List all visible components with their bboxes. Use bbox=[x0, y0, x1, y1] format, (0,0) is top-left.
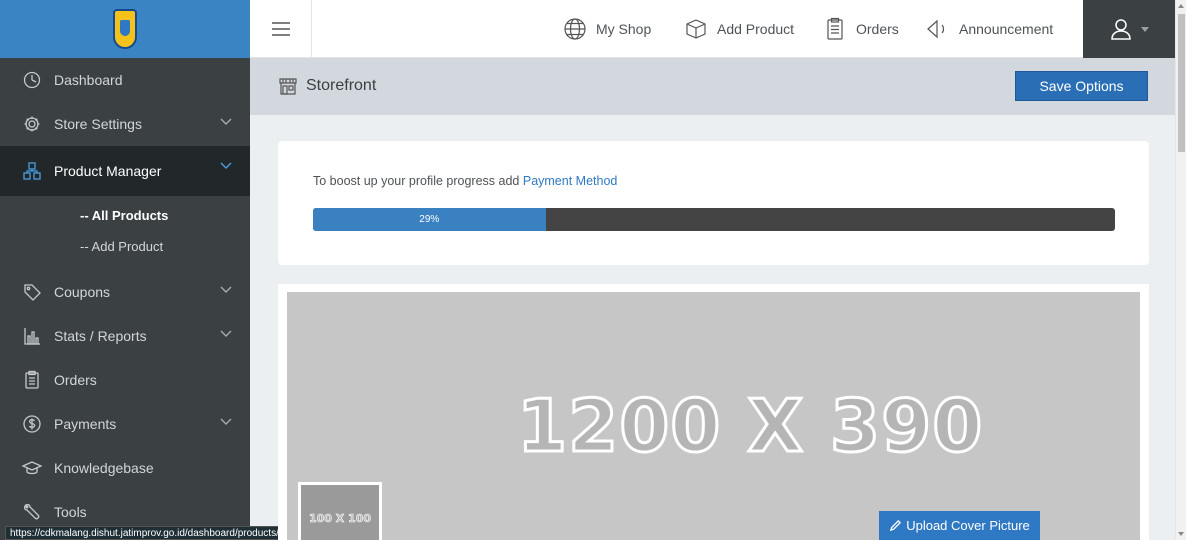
cover-dimension-text: 1200 X 390 bbox=[515, 383, 984, 470]
profile-picture-inner: 100 X 100 bbox=[301, 485, 379, 540]
globe-icon bbox=[564, 18, 586, 40]
sidebar-item-label: Store Settings bbox=[54, 116, 142, 132]
chevron-down-icon[interactable] bbox=[220, 330, 232, 338]
sidebar-item-payments[interactable]: Payments bbox=[0, 402, 250, 446]
user-menu-button[interactable] bbox=[1083, 0, 1175, 58]
submenu-item-add-product[interactable]: -- Add Product bbox=[0, 231, 250, 262]
save-options-button[interactable]: Save Options bbox=[1015, 71, 1148, 101]
sidebar-item-store-settings[interactable]: Store Settings bbox=[0, 102, 250, 146]
page-title: Storefront bbox=[278, 76, 376, 96]
page-scrollbar[interactable] bbox=[1175, 0, 1186, 540]
chevron-down-icon[interactable] bbox=[220, 418, 232, 426]
sidebar-item-orders[interactable]: Orders bbox=[0, 358, 250, 402]
upload-cover-button[interactable]: Upload Cover Picture bbox=[879, 511, 1040, 540]
graduation-cap-icon bbox=[22, 458, 42, 478]
user-icon bbox=[1111, 19, 1131, 40]
topbar-link-label: Announcement bbox=[959, 21, 1054, 37]
chevron-down-icon[interactable] bbox=[220, 286, 232, 294]
scrollbar-thumb[interactable] bbox=[1178, 14, 1185, 152]
topbar-link-announcement[interactable]: Announcement bbox=[925, 0, 1053, 58]
sidebar-item-label: Payments bbox=[54, 416, 117, 432]
sidebar-item-label: Stats / Reports bbox=[54, 328, 147, 344]
sidebar-item-label: Knowledgebase bbox=[54, 460, 154, 476]
sidebar: Dashboard Store Settings Product Manager… bbox=[0, 0, 284, 540]
profile-progress-card: To boost up your profile progress add Pa… bbox=[278, 141, 1149, 265]
logo[interactable] bbox=[113, 9, 137, 49]
page-header: Storefront Save Options bbox=[250, 58, 1175, 115]
pencil-icon bbox=[890, 519, 902, 532]
sidebar-item-product-manager[interactable]: Product Manager bbox=[0, 146, 250, 196]
progress-percent-label: 29% bbox=[419, 214, 440, 225]
megaphone-icon bbox=[927, 19, 945, 39]
wrench-icon bbox=[22, 502, 42, 522]
sidebar-item-label: Dashboard bbox=[54, 72, 123, 88]
topbar: My Shop Add Product Orders Announcement bbox=[250, 0, 1175, 58]
scroll-down-arrow-icon[interactable] bbox=[1178, 532, 1184, 536]
cover-image-placeholder[interactable]: 1200 X 390 bbox=[287, 292, 1140, 540]
sidebar-item-coupons[interactable]: Coupons bbox=[0, 270, 250, 314]
menu-toggle-button[interactable] bbox=[250, 0, 312, 58]
chevron-down-icon[interactable] bbox=[220, 118, 232, 126]
chevron-down-icon[interactable] bbox=[220, 162, 232, 170]
progress-bar: 29% bbox=[313, 208, 1115, 231]
sidebar-item-label: Orders bbox=[54, 372, 97, 388]
submenu-item-all-products[interactable]: -- All Products bbox=[0, 200, 250, 231]
scroll-up-arrow-icon[interactable] bbox=[1178, 4, 1184, 8]
clipboard-icon bbox=[22, 370, 42, 390]
topbar-link-my-shop[interactable]: My Shop bbox=[562, 0, 651, 58]
gear-icon bbox=[22, 114, 42, 134]
dashboard-icon bbox=[22, 70, 42, 90]
sidebar-item-knowledgebase[interactable]: Knowledgebase bbox=[0, 446, 250, 490]
hamburger-icon bbox=[271, 22, 290, 36]
clipboard-icon bbox=[827, 17, 843, 40]
progress-message-text: To boost up your profile progress add bbox=[313, 174, 523, 188]
sidebar-item-label: Tools bbox=[54, 504, 87, 520]
topbar-link-label: Add Product bbox=[717, 21, 795, 37]
topbar-link-add-product[interactable]: Add Product bbox=[683, 0, 794, 58]
bar-chart-icon bbox=[22, 326, 42, 346]
sidebar-item-stats-reports[interactable]: Stats / Reports bbox=[0, 314, 250, 358]
cover-picture-area: 1200 X 390 bbox=[278, 284, 1149, 540]
tag-icon bbox=[22, 282, 42, 302]
sidebar-item-label: Coupons bbox=[54, 284, 111, 300]
storefront-icon bbox=[279, 78, 297, 95]
topbar-link-label: My Shop bbox=[596, 21, 652, 37]
caret-down-icon bbox=[1141, 26, 1149, 32]
thumb-dimension-text: 100 X 100 bbox=[308, 512, 372, 526]
profile-picture-placeholder[interactable]: 100 X 100 bbox=[298, 482, 382, 540]
topbar-link-label: Orders bbox=[856, 21, 899, 37]
payment-method-link[interactable]: Payment Method bbox=[523, 174, 618, 188]
progress-message: To boost up your profile progress add Pa… bbox=[313, 174, 617, 188]
product-boxes-icon bbox=[22, 161, 42, 181]
progress-bar-fill: 29% bbox=[313, 208, 546, 231]
logo-bar[interactable] bbox=[0, 0, 250, 58]
sidebar-item-label: Product Manager bbox=[54, 163, 162, 179]
dollar-icon bbox=[22, 414, 42, 434]
sidebar-item-dashboard[interactable]: Dashboard bbox=[0, 58, 250, 102]
upload-cover-label: Upload Cover Picture bbox=[906, 518, 1030, 533]
box-icon bbox=[686, 19, 706, 39]
status-bar-url: https://cdkmalang.dishut.jatimprov.go.id… bbox=[5, 526, 284, 540]
page-title-text: Storefront bbox=[306, 77, 377, 94]
topbar-link-orders[interactable]: Orders bbox=[822, 0, 899, 58]
product-manager-submenu: -- All Products -- Add Product bbox=[0, 196, 250, 270]
